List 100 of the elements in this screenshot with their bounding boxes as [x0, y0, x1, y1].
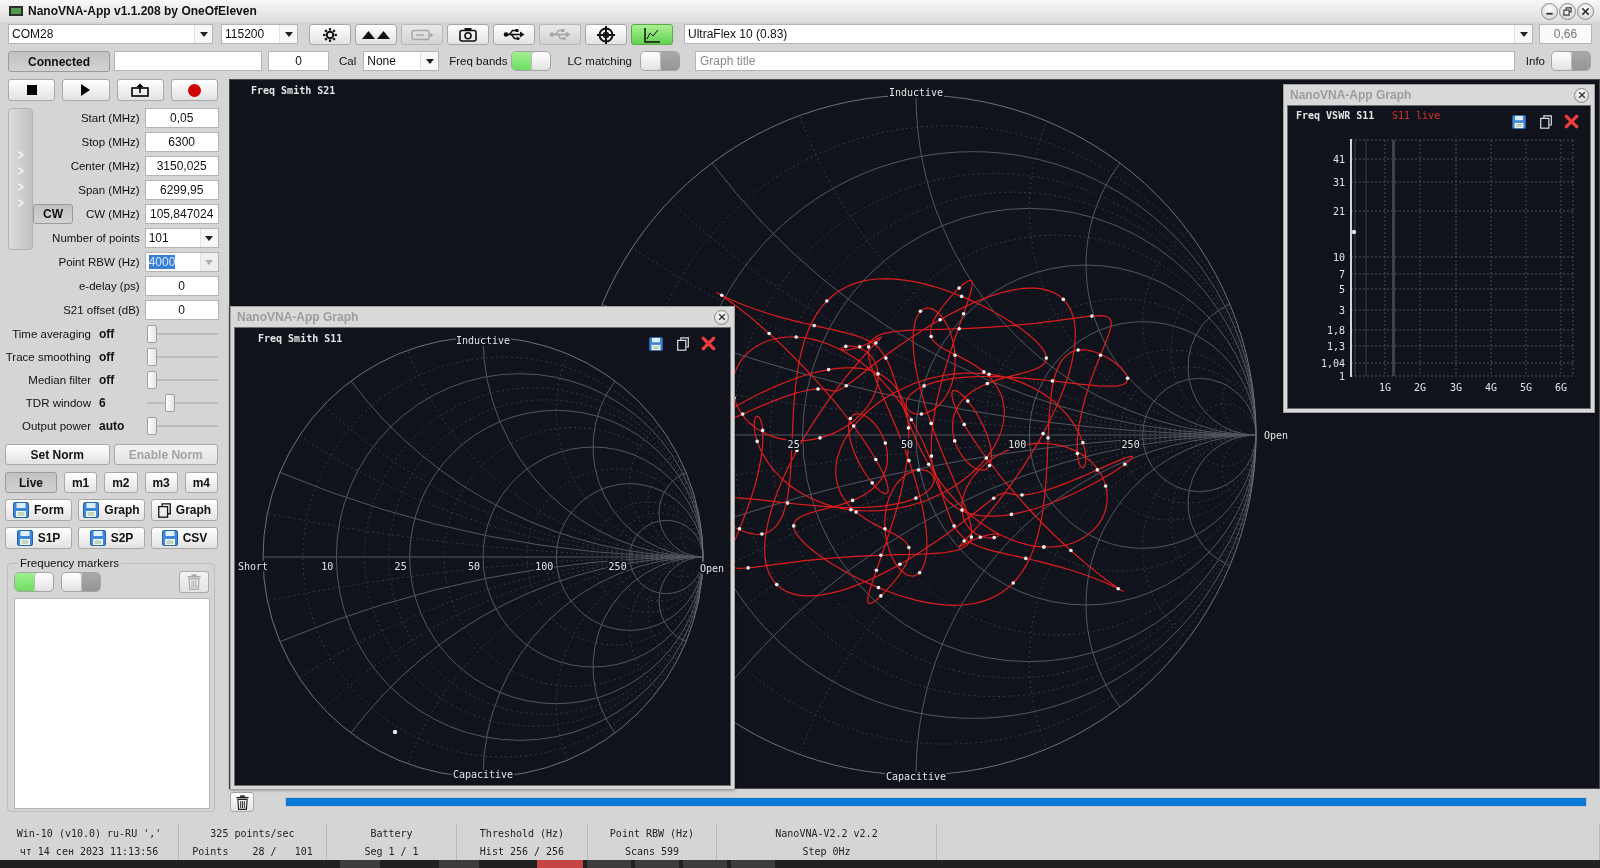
slider[interactable] — [147, 393, 218, 413]
toolbar-button[interactable] — [355, 24, 397, 45]
grip-icon[interactable] — [16, 151, 25, 207]
save-icon[interactable] — [13, 502, 29, 518]
delete-button[interactable] — [230, 792, 254, 812]
toolbar-button[interactable] — [631, 24, 673, 45]
close-icon[interactable] — [1577, 91, 1586, 99]
norm-button[interactable]: Set Norm — [5, 444, 110, 465]
close-button[interactable] — [714, 309, 729, 325]
copy-button[interactable]: Graph — [151, 499, 218, 521]
play-button[interactable] — [62, 79, 110, 101]
side-panel-handle[interactable] — [8, 108, 33, 250]
axis-label: 21 — [1332, 205, 1345, 217]
number-field[interactable]: 0 — [144, 300, 219, 320]
number-field[interactable]: 6300 — [144, 132, 219, 152]
counter-field[interactable]: 0 — [268, 51, 329, 71]
close-icon[interactable] — [1581, 6, 1590, 16]
slider[interactable] — [147, 370, 218, 390]
graph-title-field[interactable]: Graph title — [695, 51, 1515, 71]
restore-button[interactable] — [1559, 2, 1576, 20]
toggle-switch[interactable] — [1551, 51, 1591, 71]
toggle-switch[interactable] — [61, 572, 101, 592]
copy-icon[interactable] — [1540, 115, 1552, 129]
gear-icon[interactable] — [322, 26, 338, 43]
window-title: NanoVNA-App Graph — [1290, 88, 1412, 102]
marker-list[interactable] — [14, 598, 210, 809]
save-button[interactable]: Graph — [78, 499, 145, 521]
number-field[interactable]: 3150,025 — [144, 156, 219, 176]
close-icon[interactable] — [717, 313, 726, 321]
port-dropdown[interactable]: COM28 — [8, 24, 213, 44]
filter-value: off — [99, 349, 116, 366]
connect-button[interactable]: Connected — [8, 51, 110, 72]
record-button[interactable] — [170, 79, 218, 101]
slider-thumb[interactable] — [147, 417, 157, 435]
slider[interactable] — [147, 324, 218, 344]
save-button[interactable]: S2P — [78, 527, 145, 549]
calibration-dropdown[interactable]: None — [363, 51, 440, 71]
save-icon[interactable] — [1512, 115, 1526, 129]
minimize-button[interactable] — [1541, 2, 1558, 20]
calibration-kit-dropdown[interactable]: UltraFlex 10 (0.83) — [684, 24, 1533, 44]
tray-arrow-icon[interactable] — [131, 83, 150, 97]
save-button[interactable]: S1P — [5, 527, 72, 549]
save-button[interactable]: Form — [5, 499, 72, 521]
close-button[interactable] — [1577, 2, 1594, 20]
save-button[interactable]: CSV — [151, 527, 218, 549]
number-field[interactable]: 0 — [144, 276, 219, 296]
trash-icon[interactable] — [235, 794, 249, 810]
trace-button[interactable]: m4 — [184, 472, 218, 493]
trace-button[interactable]: m1 — [64, 472, 98, 493]
caret-icon[interactable] — [425, 58, 434, 64]
copy-icon[interactable] — [157, 502, 171, 518]
up-triangles-icon[interactable] — [361, 29, 391, 40]
crosshair-icon[interactable] — [597, 25, 615, 44]
status-text: Seg 1 / 1 — [364, 845, 419, 857]
text-field[interactable] — [114, 51, 262, 71]
axis-label: 1,04 — [1320, 357, 1345, 369]
slider[interactable] — [147, 347, 218, 367]
caret-icon[interactable] — [199, 31, 208, 37]
baud-rate-dropdown[interactable]: 115200 — [221, 24, 298, 44]
slider[interactable] — [147, 416, 218, 436]
slider-thumb[interactable] — [165, 394, 176, 412]
caret-icon[interactable] — [1519, 31, 1528, 37]
save-icon[interactable] — [161, 530, 178, 546]
toolbar-button[interactable] — [447, 24, 489, 45]
dropdown[interactable]: 101 — [144, 228, 219, 248]
record-icon[interactable] — [187, 83, 201, 97]
chart-label: Short — [238, 560, 269, 572]
number-field[interactable]: 0,05 — [144, 108, 219, 128]
toggle-switch[interactable] — [14, 572, 54, 592]
chart-label: Inductive — [455, 334, 511, 346]
trace-button[interactable]: m3 — [144, 472, 178, 493]
stop-button[interactable] — [8, 79, 56, 101]
chart-icon[interactable] — [643, 26, 661, 43]
export-button[interactable] — [116, 79, 164, 101]
save-icon[interactable] — [83, 502, 100, 518]
copy-icon[interactable] — [677, 337, 689, 351]
trace-button[interactable]: m2 — [104, 472, 138, 493]
number-field[interactable]: 105,847024 — [144, 204, 219, 224]
save-icon[interactable] — [89, 530, 106, 546]
toolbar-button[interactable] — [493, 24, 535, 45]
slider-thumb[interactable] — [147, 371, 157, 389]
stop-icon[interactable] — [26, 85, 37, 95]
save-icon[interactable] — [649, 337, 663, 351]
slider-thumb[interactable] — [147, 325, 157, 343]
number-field[interactable]: 6299,95 — [144, 180, 219, 200]
usb-icon[interactable] — [503, 28, 525, 41]
toolbar-button[interactable] — [585, 24, 627, 45]
toolbar-button[interactable] — [309, 24, 351, 45]
toggle-switch[interactable] — [511, 51, 552, 71]
slider-thumb[interactable] — [147, 348, 157, 366]
close-button[interactable] — [1574, 87, 1589, 103]
save-icon[interactable] — [16, 530, 33, 546]
cw-button[interactable]: CW — [33, 204, 73, 224]
camera-icon[interactable] — [459, 27, 477, 42]
caret-icon[interactable] — [284, 31, 293, 37]
restore-icon[interactable] — [1563, 6, 1572, 16]
play-icon[interactable] — [81, 84, 91, 96]
caret-icon[interactable] — [205, 235, 214, 241]
toggle-switch[interactable] — [640, 51, 680, 71]
trace-button[interactable]: Live — [5, 472, 57, 493]
